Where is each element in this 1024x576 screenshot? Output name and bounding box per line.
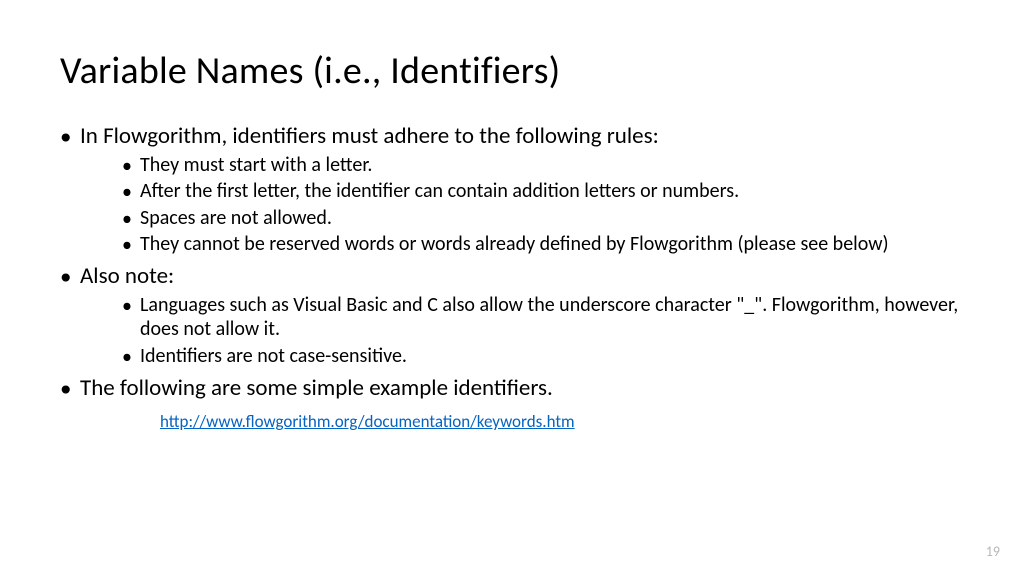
bullet-list: In Flowgorithm, identifiers must adhere … bbox=[60, 122, 964, 403]
bullet-text: In Flowgorithm, identifiers must adhere … bbox=[80, 122, 659, 150]
sub-bullet-list: Languages such as Visual Basic and C als… bbox=[80, 293, 964, 368]
sub-bullet-list: They must start with a letter. After the… bbox=[80, 153, 964, 257]
bullet-item: Also note: Languages such as Visual Basi… bbox=[60, 262, 964, 368]
sub-bullet-item: After the first letter, the identifier c… bbox=[122, 179, 964, 203]
sub-bullet-text: Identifiers are not case-sensitive. bbox=[140, 344, 407, 368]
sub-bullet-text: After the first letter, the identifier c… bbox=[140, 179, 739, 203]
sub-bullet-item: Languages such as Visual Basic and C als… bbox=[122, 293, 964, 342]
reference-link-row: http://www.flowgorithm.org/documentation… bbox=[60, 411, 964, 432]
bullet-item: The following are some simple example id… bbox=[60, 374, 964, 403]
slide-title: Variable Names (i.e., Identifiers) bbox=[60, 48, 964, 94]
bullet-text: Also note: bbox=[80, 262, 174, 290]
sub-bullet-text: They cannot be reserved words or words a… bbox=[140, 232, 889, 256]
bullet-item: In Flowgorithm, identifiers must adhere … bbox=[60, 122, 964, 256]
slide: Variable Names (i.e., Identifiers) In Fl… bbox=[0, 0, 1024, 576]
sub-bullet-text: They must start with a letter. bbox=[140, 153, 372, 177]
sub-bullet-item: Identifiers are not case-sensitive. bbox=[122, 344, 964, 368]
sub-bullet-text: Languages such as Visual Basic and C als… bbox=[140, 293, 958, 341]
reference-link[interactable]: http://www.flowgorithm.org/documentation… bbox=[160, 411, 575, 432]
sub-bullet-item: They must start with a letter. bbox=[122, 153, 964, 177]
bullet-text: The following are some simple example id… bbox=[80, 374, 553, 402]
page-number: 19 bbox=[986, 543, 1000, 560]
sub-bullet-text: Spaces are not allowed. bbox=[140, 206, 332, 230]
sub-bullet-item: They cannot be reserved words or words a… bbox=[122, 232, 964, 256]
sub-bullet-item: Spaces are not allowed. bbox=[122, 206, 964, 230]
